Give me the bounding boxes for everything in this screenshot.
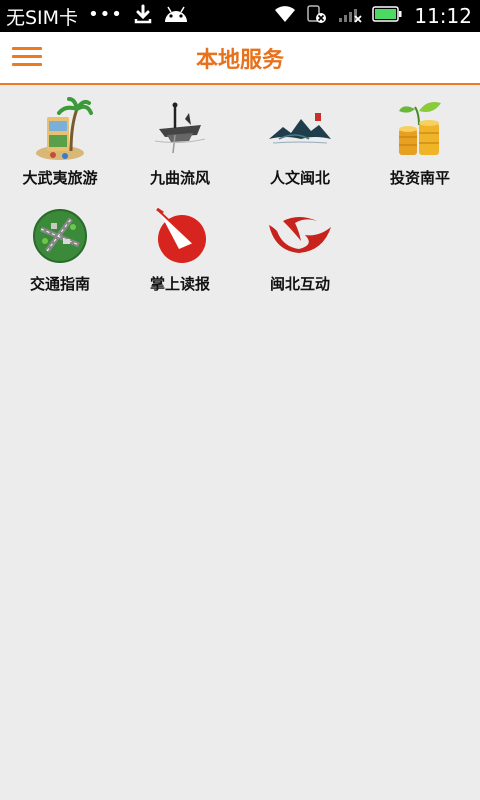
carrier-label: 无SIM卡 [6,6,79,29]
service-label: 闽北互动 [269,275,330,293]
app-header: 本地服务 [0,32,480,85]
coins-icon [399,102,441,155]
service-tile-invest[interactable]: 投资南平 [360,87,480,193]
battery-icon [372,5,402,28]
boat-icon [154,102,206,154]
status-bar: 无SIM卡 ••• 11:12 [0,0,480,32]
newspaper-icon [156,207,206,263]
service-label: 投资南平 [389,169,450,187]
clock: 11:12 [414,4,472,28]
service-tile-travel[interactable]: 大武夷旅游 [0,87,120,193]
wifi-icon [274,5,296,28]
status-bar-right: 11:12 [274,4,472,29]
service-tile-boat[interactable]: 九曲流风 [120,87,240,193]
mountain-icon [269,113,331,144]
service-label: 九曲流风 [149,169,210,187]
status-bar-left: 无SIM卡 ••• [6,3,189,30]
service-label: 人文闽北 [269,169,330,187]
page-title: 本地服务 [195,47,284,73]
service-label: 掌上读报 [149,275,210,293]
service-label: 交通指南 [29,275,90,293]
service-tile-traffic[interactable]: 交通指南 [0,193,120,299]
sim-error-icon [306,4,328,29]
globe-icon [33,209,87,263]
service-label: 大武夷旅游 [22,169,98,187]
service-tile-interact[interactable]: 闽北互动 [240,193,360,299]
notification-dots: ••• [88,3,123,25]
signal-icon [338,5,362,28]
android-icon [163,4,189,29]
download-icon [133,4,153,29]
service-tile-culture[interactable]: 人文闽北 [240,87,360,193]
travel-icon [36,97,93,160]
interact-icon [269,217,331,253]
service-tile-newspaper[interactable]: 掌上读报 [120,193,240,299]
service-grid: 大武夷旅游 九曲流风 人文闽北 投资南平 交通指南 掌上读报 闽北互动 [0,87,480,299]
